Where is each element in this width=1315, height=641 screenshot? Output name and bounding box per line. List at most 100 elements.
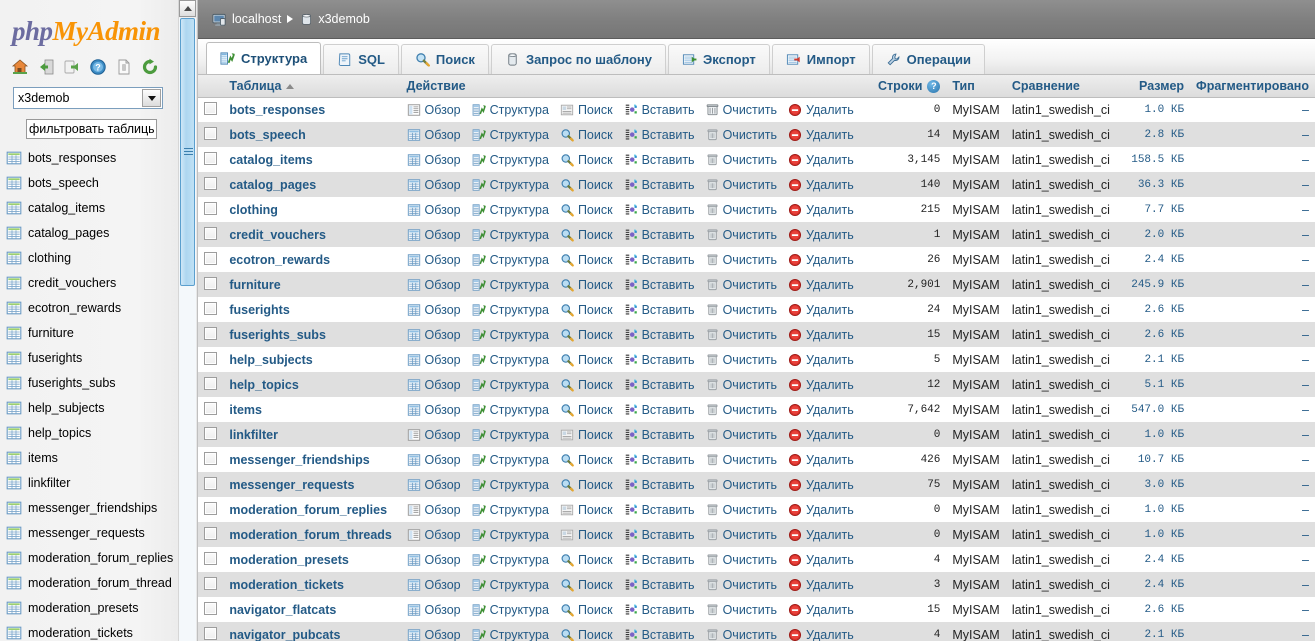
rows-help-icon[interactable]: ? — [927, 80, 940, 93]
action-insert[interactable]: Вставить — [624, 278, 695, 292]
action-insert[interactable]: Вставить — [624, 328, 695, 342]
action-drop[interactable]: Удалить — [788, 303, 854, 317]
action-insert[interactable]: Вставить — [624, 253, 695, 267]
action-drop[interactable]: Удалить — [788, 528, 854, 542]
table-name-link[interactable]: messenger_requests — [223, 472, 400, 497]
table-name-link[interactable]: bots_responses — [223, 97, 400, 122]
action-insert[interactable]: Вставить — [624, 528, 695, 542]
action-browse[interactable]: Обзор — [407, 128, 461, 142]
row-checkbox[interactable] — [204, 527, 217, 540]
action-search[interactable]: Поиск — [560, 128, 613, 142]
action-browse[interactable]: Обзор — [407, 428, 461, 442]
action-browse[interactable]: Обзор — [407, 403, 461, 417]
action-drop[interactable]: Удалить — [788, 553, 854, 567]
sidebar-table-item[interactable]: messenger_friendships — [6, 495, 197, 520]
row-checkbox[interactable] — [204, 577, 217, 590]
action-search[interactable]: Поиск — [560, 203, 613, 217]
tab-search[interactable]: Поиск — [401, 44, 489, 74]
action-search[interactable]: Поиск — [560, 528, 613, 542]
action-browse[interactable]: Обзор — [407, 203, 461, 217]
action-drop[interactable]: Удалить — [788, 403, 854, 417]
action-structure[interactable]: Структура — [472, 153, 549, 167]
action-drop[interactable]: Удалить — [788, 428, 854, 442]
action-insert[interactable]: Вставить — [624, 303, 695, 317]
database-select[interactable]: x3demob — [13, 87, 163, 109]
sidebar-table-item[interactable]: messenger_requests — [6, 520, 197, 545]
row-checkbox[interactable] — [204, 627, 217, 640]
sidebar-table-item[interactable]: fuserights — [6, 345, 197, 370]
action-empty[interactable]: Очистить — [706, 403, 777, 417]
row-checkbox[interactable] — [204, 127, 217, 140]
sidebar-table-item[interactable]: moderation_forum_thread — [6, 570, 197, 595]
action-structure[interactable]: Структура — [472, 328, 549, 342]
action-search[interactable]: Поиск — [560, 153, 613, 167]
action-structure[interactable]: Структура — [472, 453, 549, 467]
row-checkbox[interactable] — [204, 377, 217, 390]
action-browse[interactable]: Обзор — [407, 353, 461, 367]
action-structure[interactable]: Структура — [472, 478, 549, 492]
sidebar-table-item[interactable]: bots_responses — [6, 145, 197, 170]
action-empty[interactable]: Очистить — [706, 103, 777, 117]
action-structure[interactable]: Структура — [472, 278, 549, 292]
action-drop[interactable]: Удалить — [788, 178, 854, 192]
action-search[interactable]: Поиск — [560, 303, 613, 317]
action-drop[interactable]: Удалить — [788, 453, 854, 467]
row-checkbox[interactable] — [204, 402, 217, 415]
row-checkbox[interactable] — [204, 552, 217, 565]
action-empty[interactable]: Очистить — [706, 303, 777, 317]
th-size[interactable]: Размер — [1121, 75, 1190, 97]
action-drop[interactable]: Удалить — [788, 128, 854, 142]
action-insert[interactable]: Вставить — [624, 128, 695, 142]
sidebar-table-item[interactable]: bots_speech — [6, 170, 197, 195]
action-drop[interactable]: Удалить — [788, 228, 854, 242]
tab-operations[interactable]: Операции — [872, 44, 985, 74]
action-empty[interactable]: Очистить — [706, 553, 777, 567]
action-structure[interactable]: Структура — [472, 503, 549, 517]
action-browse[interactable]: Обзор — [407, 103, 461, 117]
table-name-link[interactable]: catalog_items — [223, 147, 400, 172]
sidebar-table-item[interactable]: furniture — [6, 320, 197, 345]
table-name-link[interactable]: bots_speech — [223, 122, 400, 147]
action-drop[interactable]: Удалить — [788, 153, 854, 167]
action-browse[interactable]: Обзор — [407, 553, 461, 567]
sidebar-table-item[interactable]: linkfilter — [6, 470, 197, 495]
action-structure[interactable]: Структура — [472, 303, 549, 317]
action-insert[interactable]: Вставить — [624, 428, 695, 442]
action-insert[interactable]: Вставить — [624, 103, 695, 117]
chevron-down-icon[interactable] — [142, 89, 161, 107]
action-structure[interactable]: Структура — [472, 253, 549, 267]
action-empty[interactable]: Очистить — [706, 253, 777, 267]
action-insert[interactable]: Вставить — [624, 628, 695, 641]
action-drop[interactable]: Удалить — [788, 328, 854, 342]
action-browse[interactable]: Обзор — [407, 303, 461, 317]
action-empty[interactable]: Очистить — [706, 203, 777, 217]
action-drop[interactable]: Удалить — [788, 603, 854, 617]
sidebar-table-item[interactable]: catalog_items — [6, 195, 197, 220]
table-name-link[interactable]: moderation_forum_threads — [223, 522, 400, 547]
action-browse[interactable]: Обзор — [407, 153, 461, 167]
action-search[interactable]: Поиск — [560, 578, 613, 592]
action-search[interactable]: Поиск — [560, 328, 613, 342]
tab-export[interactable]: Экспорт — [668, 44, 770, 74]
action-search[interactable]: Поиск — [560, 628, 613, 641]
row-checkbox[interactable] — [204, 352, 217, 365]
action-browse[interactable]: Обзор — [407, 378, 461, 392]
docs-icon[interactable] — [115, 58, 133, 76]
action-browse[interactable]: Обзор — [407, 228, 461, 242]
action-drop[interactable]: Удалить — [788, 628, 854, 641]
scroll-up-button[interactable] — [179, 0, 196, 17]
help-icon[interactable]: ? — [89, 58, 107, 76]
action-structure[interactable]: Структура — [472, 628, 549, 641]
row-checkbox[interactable] — [204, 602, 217, 615]
action-search[interactable]: Поиск — [560, 178, 613, 192]
action-browse[interactable]: Обзор — [407, 578, 461, 592]
row-checkbox[interactable] — [204, 177, 217, 190]
action-structure[interactable]: Структура — [472, 403, 549, 417]
action-search[interactable]: Поиск — [560, 603, 613, 617]
action-browse[interactable]: Обзор — [407, 178, 461, 192]
action-structure[interactable]: Структура — [472, 203, 549, 217]
action-empty[interactable]: Очистить — [706, 278, 777, 292]
action-insert[interactable]: Вставить — [624, 378, 695, 392]
action-insert[interactable]: Вставить — [624, 553, 695, 567]
action-insert[interactable]: Вставить — [624, 178, 695, 192]
